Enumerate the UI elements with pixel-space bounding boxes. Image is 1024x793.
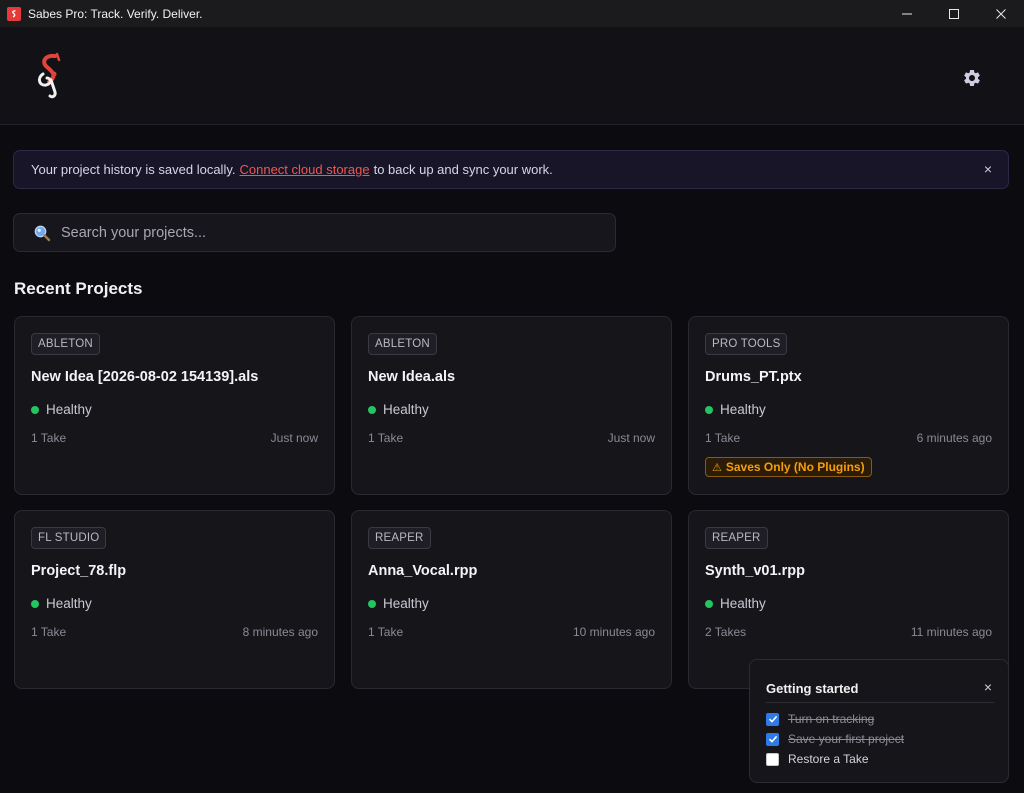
project-status: Healthy: [368, 596, 429, 611]
checklist-item[interactable]: Save your first project: [766, 732, 904, 746]
last-modified: Just now: [607, 431, 655, 445]
status-label: Healthy: [383, 402, 429, 417]
project-name: Anna_Vocal.rpp: [368, 563, 478, 579]
project-card[interactable]: FL STUDIO Project_78.flp Healthy 1 Take …: [14, 510, 335, 689]
daw-badge: REAPER: [368, 527, 431, 549]
healthy-dot-icon: [368, 405, 376, 414]
banner-text: Your project history is saved locally.: [31, 162, 236, 177]
checkmark-icon: [768, 715, 777, 723]
window-titlebar[interactable]: Sabes Pro: Track. Verify. Deliver.: [0, 0, 1024, 27]
healthy-dot-icon: [31, 599, 39, 608]
project-name: Synth_v01.rpp: [705, 563, 805, 579]
warning-label: Saves Only (No Plugins): [725, 460, 865, 474]
window-title: Sabes Pro: Track. Verify. Deliver.: [28, 6, 203, 21]
banner-text-after: to back up and sync your work.: [373, 162, 553, 177]
checkbox-unchecked[interactable]: [766, 752, 779, 766]
checklist-label: Save your first project: [788, 732, 905, 746]
getting-started-panel: Getting started × Turn on tracking Save …: [749, 659, 1009, 783]
project-status: Healthy: [31, 402, 92, 417]
minimize-button[interactable]: [883, 0, 930, 27]
maximize-button[interactable]: [930, 0, 977, 27]
getting-started-close-button[interactable]: ×: [984, 679, 992, 695]
sabes-logo-icon: [37, 52, 61, 99]
window-controls: [883, 0, 1024, 27]
checkmark-icon: [768, 735, 777, 743]
take-count: 1 Take: [31, 625, 67, 639]
close-icon: [995, 8, 1006, 19]
status-label: Healthy: [46, 596, 92, 611]
warning-badge: ⚠ Saves Only (No Plugins): [705, 457, 872, 477]
project-status: Healthy: [705, 402, 766, 417]
status-label: Healthy: [383, 596, 429, 611]
take-count: 1 Take: [31, 431, 67, 445]
take-count: 1 Take: [368, 625, 404, 639]
search-input[interactable]: [61, 224, 601, 241]
last-modified: 10 minutes ago: [572, 625, 655, 639]
status-label: Healthy: [46, 402, 92, 417]
checkbox-checked[interactable]: [766, 732, 779, 746]
checklist-label: Restore a Take: [788, 752, 869, 766]
daw-badge: ABLETON: [31, 333, 100, 355]
project-card[interactable]: ABLETON New Idea [2026-08-02 154139].als…: [14, 316, 335, 495]
project-card[interactable]: PRO TOOLS Drums_PT.ptx Healthy 1 Take 6 …: [688, 316, 1009, 495]
checklist-label: Turn on tracking: [788, 712, 875, 726]
project-status: Healthy: [705, 596, 766, 611]
daw-badge: ABLETON: [368, 333, 437, 355]
daw-badge: FL STUDIO: [31, 527, 107, 549]
maximize-icon: [948, 8, 959, 19]
project-name: New Idea.als: [368, 369, 456, 385]
app-icon: [7, 6, 21, 21]
take-count: 2 Takes: [705, 625, 747, 639]
healthy-dot-icon: [31, 405, 39, 414]
take-count: 1 Take: [368, 431, 404, 445]
daw-badge: REAPER: [705, 527, 768, 549]
last-modified: 11 minutes ago: [910, 625, 992, 639]
last-modified: Just now: [270, 431, 318, 445]
project-card[interactable]: ABLETON New Idea.als Healthy 1 Take Just…: [351, 316, 672, 495]
minimize-icon: [901, 13, 912, 14]
checklist-item[interactable]: Turn on tracking: [766, 712, 874, 726]
healthy-dot-icon: [705, 405, 713, 414]
project-name: New Idea [2026-08-02 154139].als: [31, 369, 259, 385]
healthy-dot-icon: [705, 599, 713, 608]
warning-icon: ⚠: [712, 461, 722, 474]
project-card[interactable]: REAPER Anna_Vocal.rpp Healthy 1 Take 10 …: [351, 510, 672, 689]
checklist-item[interactable]: Restore a Take: [766, 752, 869, 766]
banner-close-button[interactable]: ×: [984, 161, 992, 177]
daw-badge: PRO TOOLS: [705, 333, 788, 355]
gear-icon: [964, 70, 980, 86]
take-count: 1 Take: [705, 431, 741, 445]
status-label: Healthy: [720, 402, 766, 417]
search-bar[interactable]: [13, 213, 616, 252]
cloud-storage-banner: Your project history is saved locally. C…: [13, 150, 1009, 189]
app-header: [0, 27, 1024, 125]
divider: [766, 702, 994, 703]
recent-projects-heading: Recent Projects: [14, 279, 143, 298]
settings-button[interactable]: [958, 65, 986, 91]
search-icon: [34, 225, 51, 241]
project-status: Healthy: [368, 402, 429, 417]
getting-started-title: Getting started: [766, 681, 859, 696]
project-name: Project_78.flp: [31, 563, 127, 579]
checkbox-checked[interactable]: [766, 712, 779, 726]
healthy-dot-icon: [368, 599, 376, 608]
status-label: Healthy: [720, 596, 766, 611]
project-name: Drums_PT.ptx: [705, 369, 802, 385]
project-status: Healthy: [31, 596, 92, 611]
last-modified: 8 minutes ago: [242, 625, 318, 639]
last-modified: 6 minutes ago: [916, 431, 992, 445]
connect-cloud-link[interactable]: Connect cloud storage: [239, 162, 369, 177]
close-window-button[interactable]: [977, 0, 1024, 27]
